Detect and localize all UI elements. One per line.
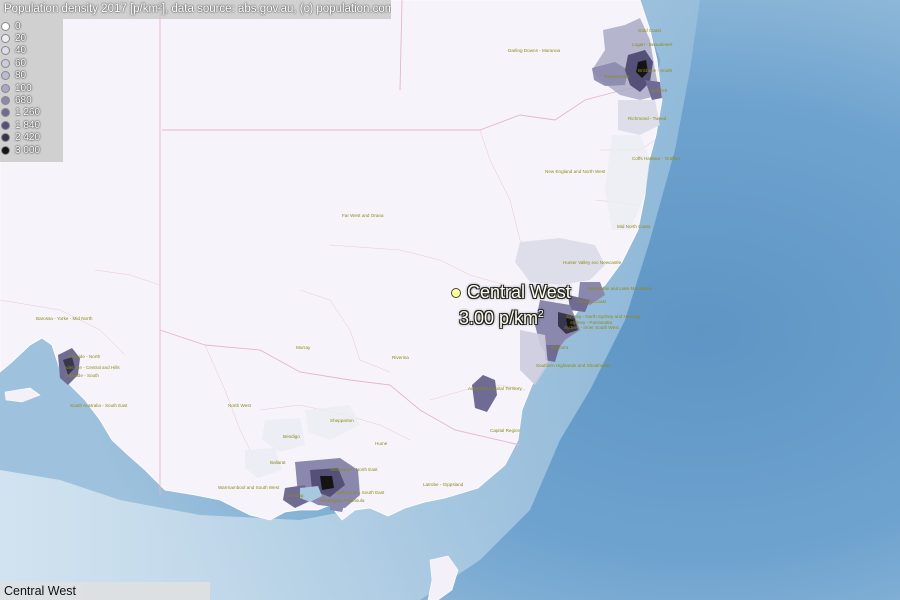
legend-label: 80: [15, 70, 27, 82]
legend-label: 40: [15, 45, 27, 57]
legend-swatch: [1, 96, 10, 106]
legend-label: 1 260: [15, 107, 41, 119]
label-toowoomba: Toowoomba: [604, 74, 629, 79]
label-mid-north-coast: Mid North Coast: [617, 224, 651, 229]
label-hume: Hume: [375, 441, 388, 446]
legend-item: 2 420: [0, 132, 63, 144]
label-southern-highlands: Southern Highlands and Shoalhaven: [536, 363, 611, 368]
label-far-west: Far West and Orana: [342, 213, 384, 218]
label-illawarra: Illawarra: [551, 345, 569, 350]
legend-swatch: [1, 46, 10, 56]
label-brisbane-south: Brisbane - South: [638, 68, 673, 73]
legend-item: 40: [0, 45, 63, 57]
label-gold-coast: Gold Coast: [638, 28, 662, 33]
legend-item: 60: [0, 57, 63, 69]
label-hunter-valley: Hunter Valley exc Newcastle: [563, 260, 622, 265]
label-bendigo: Bendigo: [283, 434, 300, 439]
label-barossa: Barossa - Yorke - Mid North: [36, 316, 93, 321]
map-canvas[interactable]: Gold Coast Darling Downs - Maranoa Logan…: [0, 0, 900, 600]
legend-swatch: [1, 108, 10, 118]
label-sa-south-east: South Australia - South East: [70, 403, 128, 408]
label-ipswich: Ipswich: [652, 88, 668, 93]
label-richmond-tweed: Richmond - Tweed: [628, 116, 667, 121]
legend-label: 100: [15, 82, 32, 94]
label-warrnambool: Warrnambool and South West: [218, 485, 280, 490]
label-shepparton: Shepparton: [330, 418, 354, 423]
legend-swatch: [1, 34, 10, 44]
label-latrobe: Latrobe - Gippsland: [423, 482, 464, 487]
legend-label: 20: [15, 33, 27, 45]
legend-item: 80: [0, 70, 63, 82]
legend-item: 20: [0, 32, 63, 44]
legend-item: 680: [0, 94, 63, 106]
legend-label: 0: [15, 20, 21, 32]
melbourne-centre: [320, 476, 334, 490]
label-brisbane-north: Logan - Beaudesert: [632, 42, 673, 47]
legend-label: 60: [15, 57, 27, 69]
region-marker-icon[interactable]: [451, 288, 461, 298]
label-darling-downs: Darling Downs - Maranoa: [508, 48, 561, 53]
legend-label: 680: [15, 95, 32, 107]
legend-item: 0: [0, 20, 63, 32]
label-murray: Murray: [296, 345, 311, 350]
label-central-coast: Central Coast: [578, 299, 607, 304]
legend-swatch: [1, 58, 10, 68]
legend-item: 1 840: [0, 119, 63, 131]
legend-swatch: [1, 133, 10, 143]
legend-item: 100: [0, 82, 63, 94]
selected-region-density: 3.00 p/km2: [459, 308, 544, 329]
selected-region-density-value: 3.00 p/km: [459, 308, 539, 328]
label-inner-south-west: Sydney - Inner South West: [564, 325, 620, 330]
density-legend: 0 20 40 60 80 100 680 1 260 1 840 2 420 3 000: [0, 19, 63, 162]
label-ballarat: Ballarat: [270, 460, 286, 465]
legend-swatch: [1, 71, 10, 81]
legend-label: 1 840: [15, 119, 41, 131]
legend-label: 2 420: [15, 132, 41, 144]
label-melbourne-south-east: Melbourne - South East: [336, 490, 385, 495]
label-act: Australian Capital Territory: [468, 386, 522, 391]
label-newcastle: Newcastle and Lake Macquarie: [588, 286, 653, 291]
legend-swatch: [1, 83, 10, 93]
label-sydney-north: Sydney - North Sydney and Hornsby: [566, 314, 641, 319]
label-new-england: New England and North West: [545, 169, 606, 174]
label-adelaide-central: Adelaide - Central and Hills: [64, 365, 120, 370]
legend-swatch: [1, 21, 10, 31]
label-coffs-harbour: Coffs Harbour - Grafton: [632, 156, 680, 161]
label-capital-region: Capital Region: [490, 428, 521, 433]
label-north-west: North West: [228, 403, 252, 408]
map-title: Population density 2017 [p/km²], data so…: [0, 0, 391, 19]
legend-label: 3 000: [15, 144, 41, 156]
label-adelaide-south: Adelaide - South: [65, 373, 99, 378]
selected-region-name: Central West: [467, 282, 571, 302]
legend-swatch: [1, 120, 10, 130]
status-bar: Central West: [0, 582, 210, 600]
label-geelong: Geelong: [286, 493, 304, 498]
label-riverina: Riverina: [392, 355, 409, 360]
label-adelaide-north: Adelaide - North: [67, 354, 101, 359]
label-melbourne-north-east: Melbourne - North East: [330, 467, 378, 472]
label-mornington: Mornington Peninsula: [320, 498, 365, 503]
legend-item: 3 000: [0, 144, 63, 156]
selected-region-density-sup: 2: [538, 309, 544, 320]
legend-swatch: [1, 145, 10, 155]
legend-item: 1 260: [0, 107, 63, 119]
